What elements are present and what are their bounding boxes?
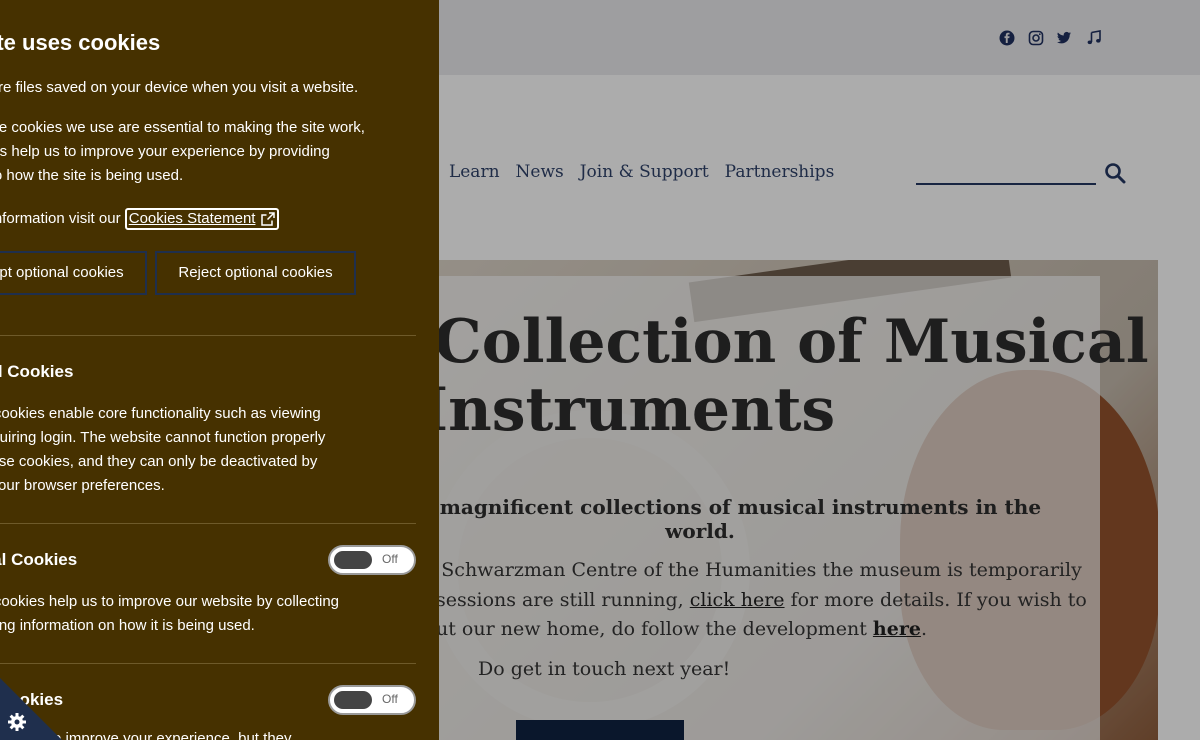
cookie-consent-panel: site uses cookies s are files saved on y… (0, 0, 439, 740)
cookie-para-line2: hers help us to improve your experience … (0, 143, 330, 160)
cookie-more-info-text: e information visit our (0, 210, 121, 227)
toggle-state: Off (382, 692, 398, 706)
essential-cookies-desc-line3: these cookies, and they can only be deac… (0, 453, 318, 470)
divider (0, 335, 416, 336)
analytical-cookies-desc-line2: orting information on how it is being us… (0, 617, 255, 634)
gear-icon (8, 713, 26, 731)
accept-optional-cookies-button[interactable]: pt optional cookies (0, 251, 147, 295)
external-link-icon (261, 212, 276, 226)
cookie-intro-text: s are files saved on your device when yo… (0, 79, 359, 96)
essential-cookies-desc-line2: requiring login. The website cannot func… (0, 429, 326, 446)
divider (0, 523, 416, 524)
analytical-cookies-toggle[interactable]: Off (328, 545, 416, 575)
cookie-settings-tab[interactable] (0, 678, 62, 740)
cookie-panel-title: site uses cookies (0, 30, 161, 55)
cookie-more-info: e information visit our Cookies Statemen… (0, 207, 280, 231)
essential-cookies-title: tial Cookies (0, 362, 74, 381)
essential-cookies-desc-line1: al cookies enable core functionality suc… (0, 405, 321, 422)
reject-optional-cookies-button[interactable]: Reject optional cookies (155, 251, 356, 295)
analytical-cookies-title: ical Cookies (0, 550, 78, 569)
cookie-para-line1: f the cookies we use are essential to ma… (0, 119, 365, 136)
analytical-cookies-desc-line1: al cookies help us to improve our websit… (0, 593, 340, 610)
cookie-para-line3: into how the site is being used. (0, 167, 184, 184)
functional-cookies-toggle[interactable]: Off (328, 685, 416, 715)
divider (0, 663, 416, 664)
toggle-knob (334, 691, 372, 709)
essential-cookies-desc-line4: g your browser preferences. (0, 477, 165, 494)
toggle-knob (334, 551, 372, 569)
cookies-statement-link-label: Cookies Statement (128, 210, 256, 227)
toggle-state: Off (382, 552, 398, 566)
cookies-statement-link[interactable]: Cookies Statement (124, 208, 280, 230)
